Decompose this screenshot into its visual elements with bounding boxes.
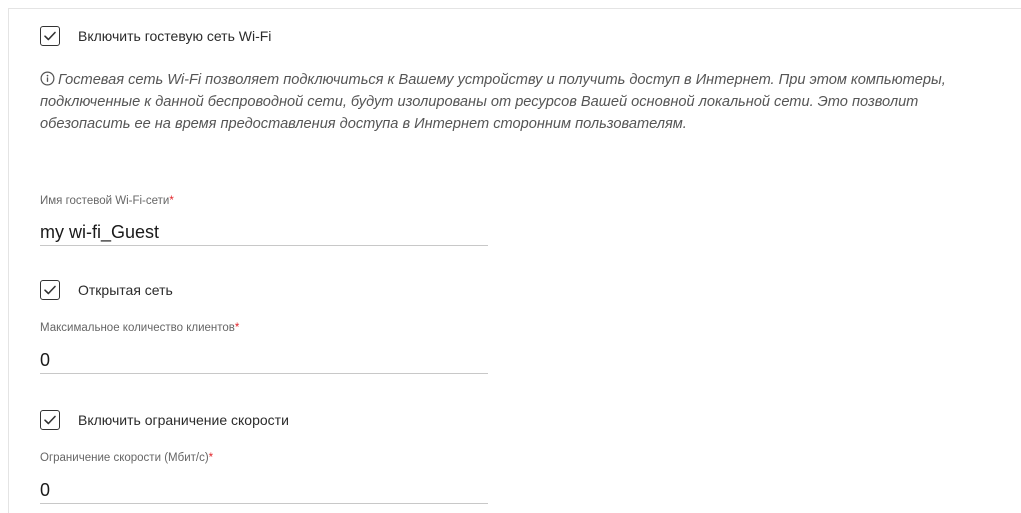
info-circle-icon — [40, 71, 55, 86]
enable-guest-wifi-checkbox[interactable] — [40, 26, 60, 46]
open-network-row[interactable]: Открытая сеть — [40, 279, 173, 301]
guest-wifi-info: Гостевая сеть Wi-Fi позволяет подключить… — [40, 69, 1005, 135]
speed-limit-label-text: Ограничение скорости (Мбит/с) — [40, 452, 209, 464]
open-network-checkbox[interactable] — [40, 280, 60, 300]
max-clients-field-label: Максимальное количество клиентов* — [40, 322, 239, 334]
open-network-label: Открытая сеть — [78, 282, 173, 298]
ssid-label-text: Имя гостевой Wi-Fi-сети — [40, 195, 170, 207]
check-icon — [44, 415, 56, 425]
check-icon — [44, 31, 56, 41]
speed-limit-label: Включить ограничение скорости — [78, 412, 289, 428]
max-clients-required-mark: * — [234, 322, 240, 334]
ssid-required-mark: * — [169, 195, 174, 207]
speed-limit-checkbox[interactable] — [40, 410, 60, 430]
guest-wifi-info-text: Гостевая сеть Wi-Fi позволяет подключить… — [40, 72, 946, 132]
ssid-input[interactable] — [40, 219, 488, 246]
speed-limit-field-label: Ограничение скорости (Мбит/с)* — [40, 452, 213, 464]
speed-limit-row[interactable]: Включить ограничение скорости — [40, 409, 289, 431]
enable-guest-wifi-label: Включить гостевую сеть Wi-Fi — [78, 28, 272, 44]
speed-limit-input[interactable] — [40, 477, 488, 504]
check-icon — [44, 285, 56, 295]
speed-limit-required-mark: * — [208, 452, 214, 464]
ssid-field-label: Имя гостевой Wi-Fi-сети* — [40, 195, 174, 207]
max-clients-input[interactable] — [40, 347, 488, 374]
enable-guest-wifi-row[interactable]: Включить гостевую сеть Wi-Fi — [40, 25, 271, 47]
max-clients-label-text: Максимальное количество клиентов — [40, 322, 235, 334]
